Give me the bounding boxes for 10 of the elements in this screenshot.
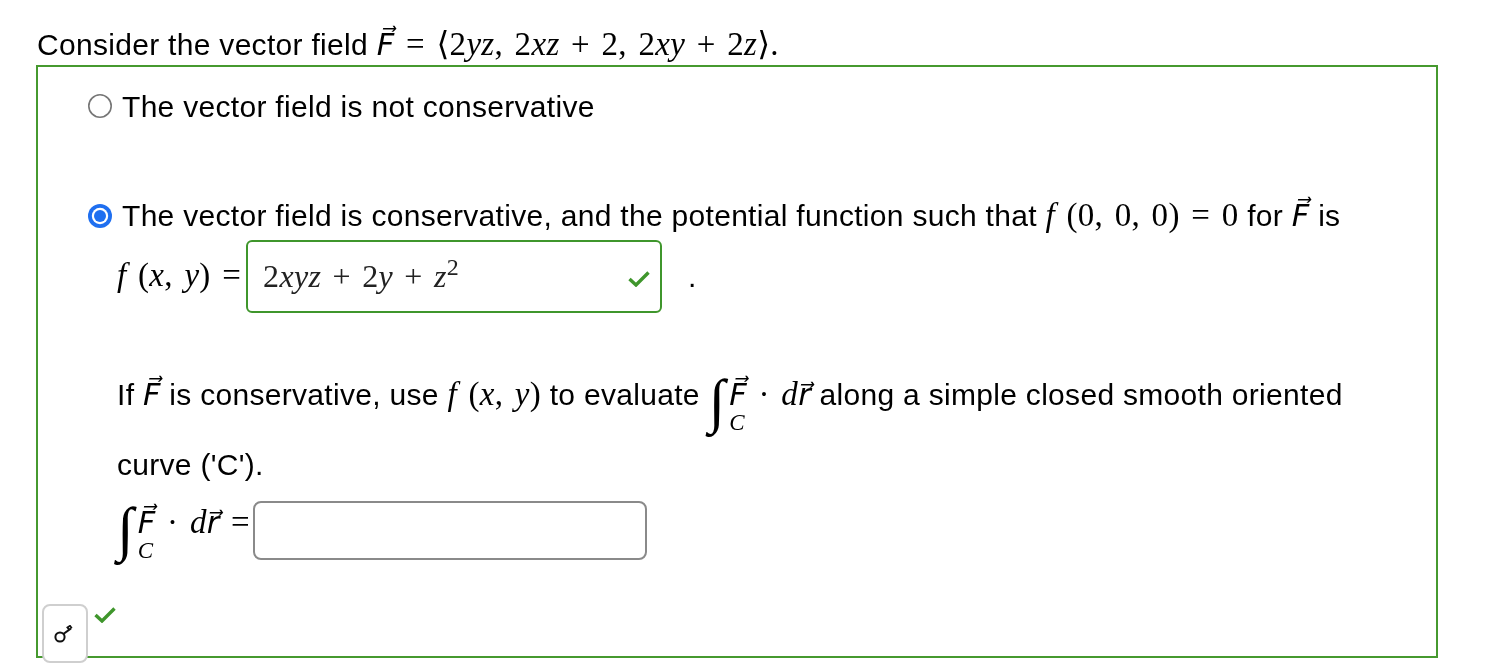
- math-label: f (x, y) =: [117, 256, 242, 296]
- key-button[interactable]: [42, 604, 88, 663]
- answer-field[interactable]: [253, 500, 647, 560]
- period-text: .: [688, 258, 697, 295]
- option-label[interactable]: The vector field is not conservative: [122, 83, 595, 129]
- question-text: Consider the vector field F⃗ = ⟨2yz, 2xz + 2, 2xy + 2z⟩.: [36, 24, 779, 64]
- radio-button[interactable]: [88, 94, 112, 118]
- option-label[interactable]: The vector field is conservative, and the potential function such that f (0, 0, 0) = 0 for F⃗ is: [122, 191, 1341, 241]
- radio-button[interactable]: [88, 204, 112, 228]
- answer-field[interactable]: 2xyz + 2y + z$^{2}$: [246, 239, 663, 313]
